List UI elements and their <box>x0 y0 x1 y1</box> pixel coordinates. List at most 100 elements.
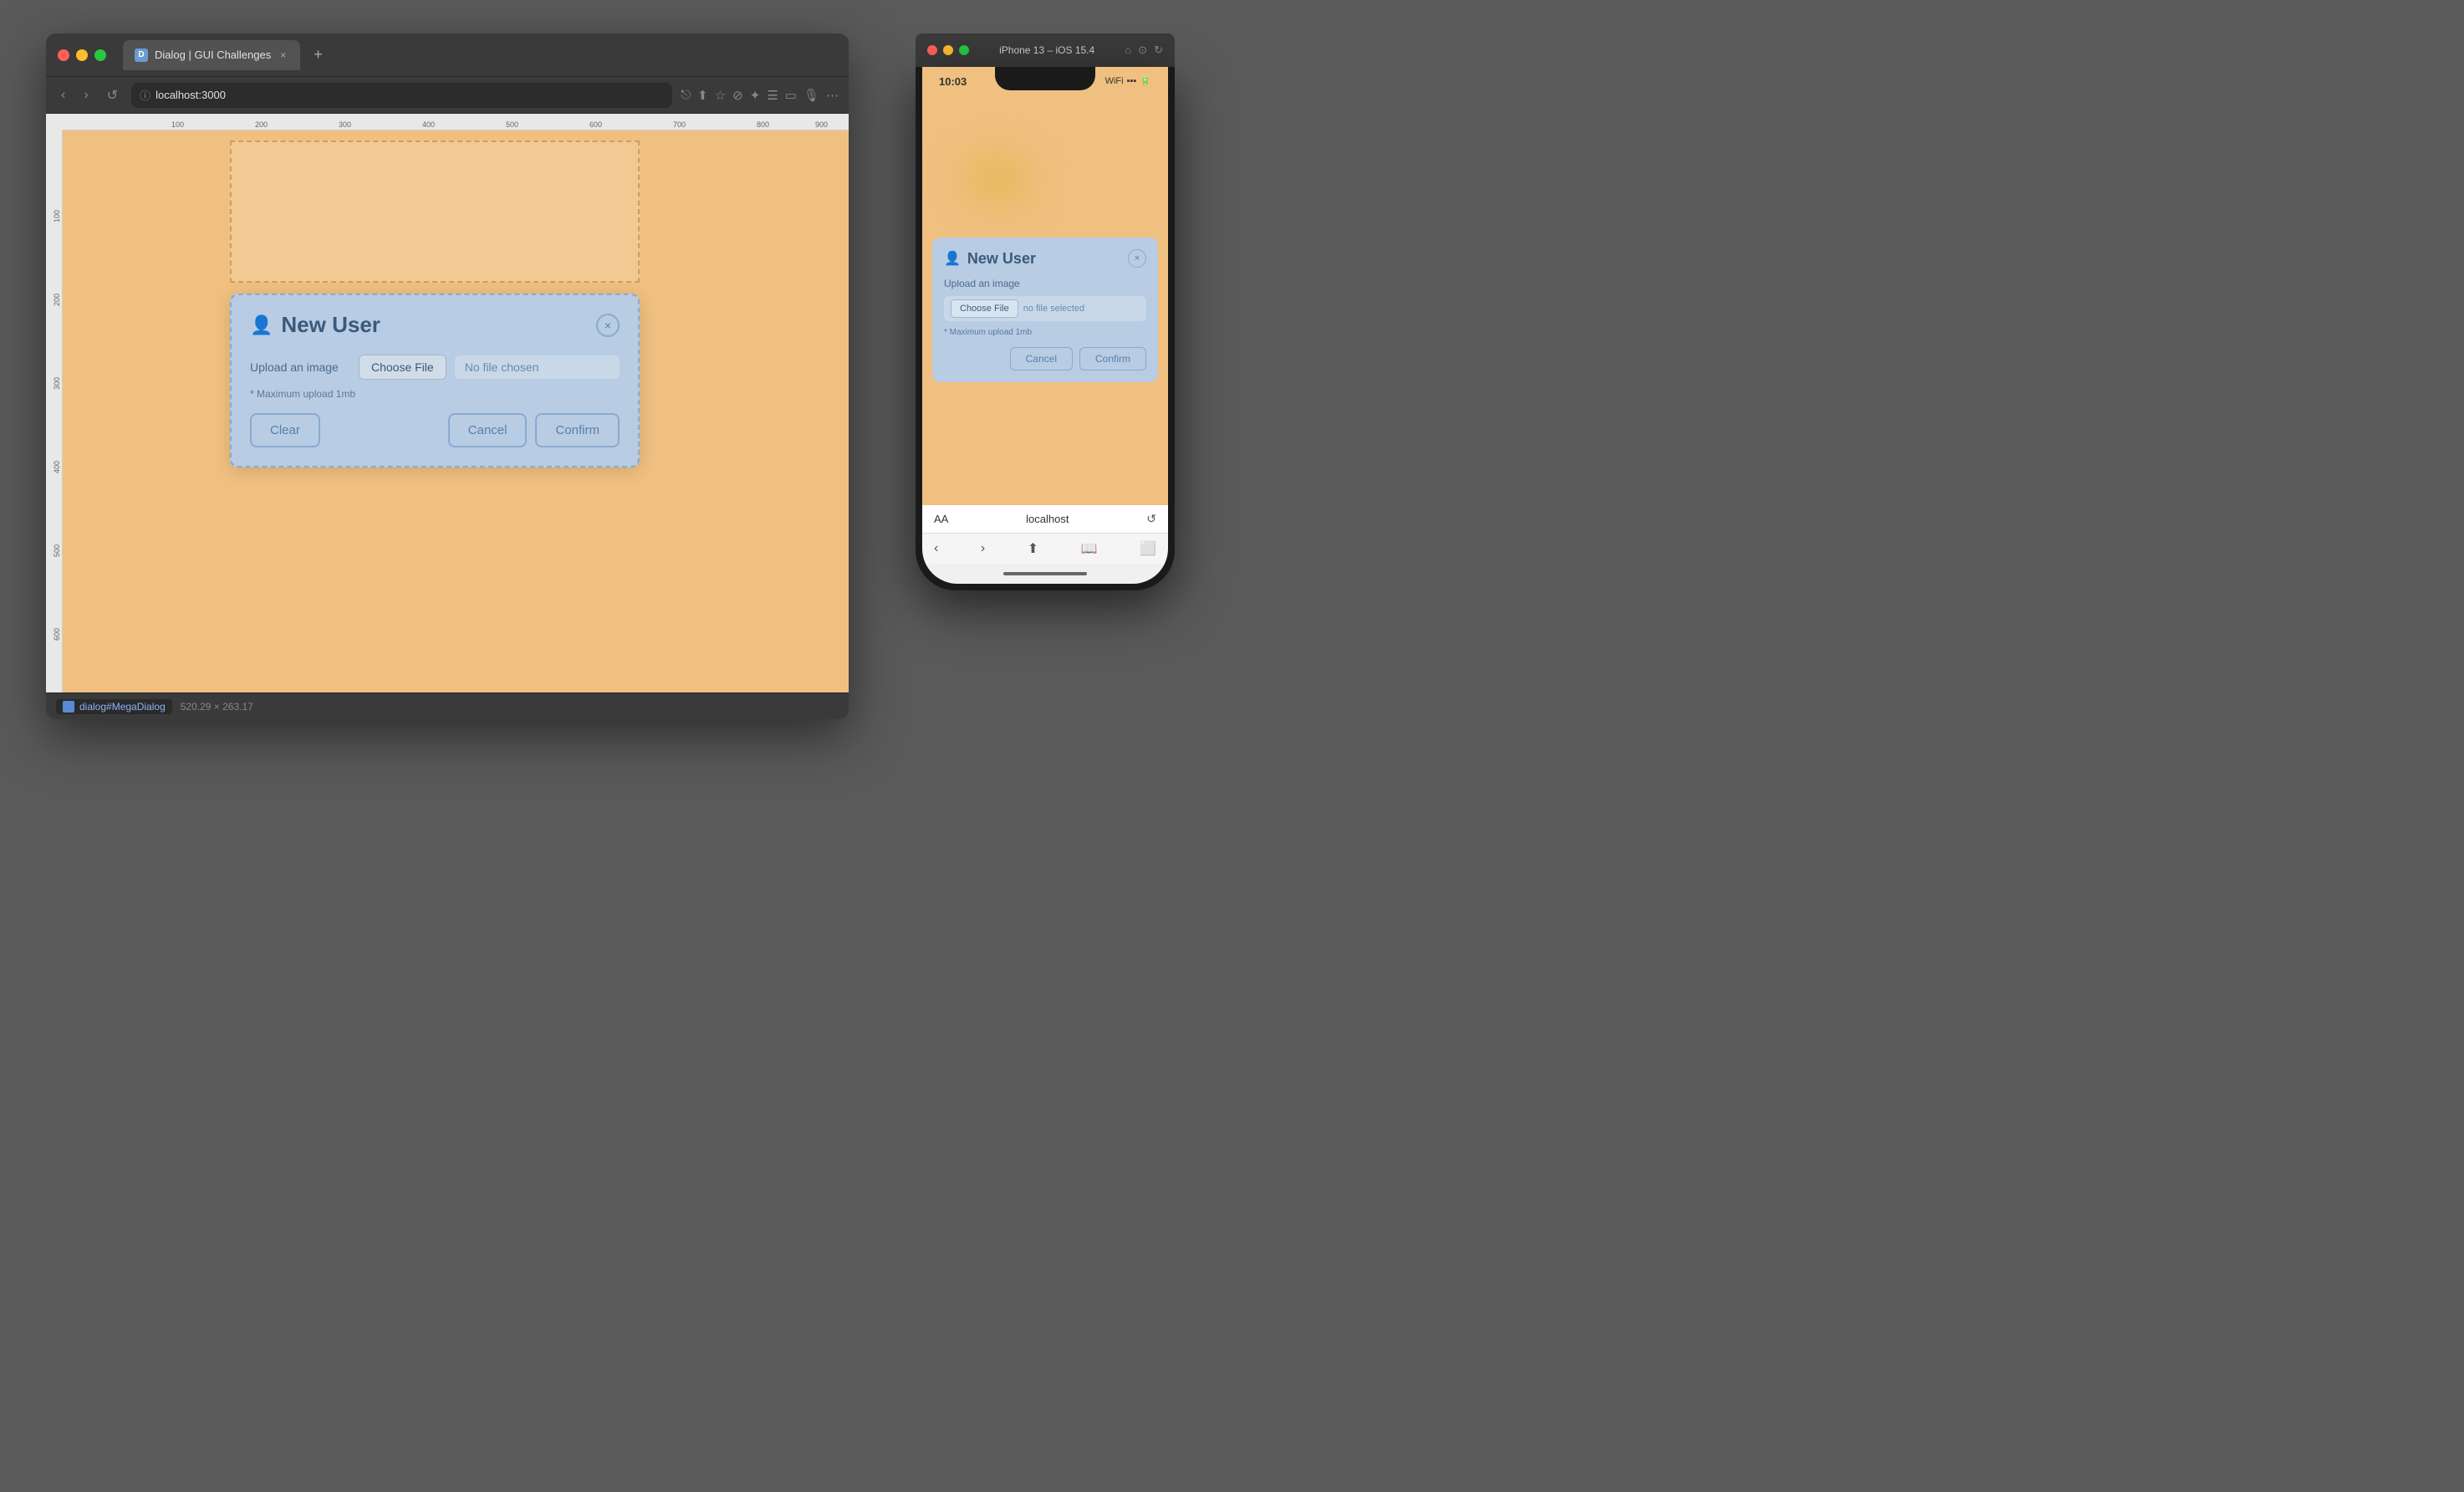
phone-dialog-title-group: 👤 New User <box>944 250 1036 268</box>
phone-time: 10:03 <box>939 75 967 88</box>
phone-traffic-lights <box>927 45 969 55</box>
upload-hint: * Maximum upload 1mb <box>250 388 620 400</box>
cancel-button[interactable]: Cancel <box>448 413 528 447</box>
ruler-tick: 700 <box>673 120 686 129</box>
tablet-icon[interactable]: ▭ <box>785 88 797 103</box>
signal-icon: ▪▪▪ <box>1127 76 1137 86</box>
address-text: localhost:3000 <box>156 89 226 101</box>
phone-bookmarks-icon[interactable]: 📖 <box>1081 540 1098 557</box>
upload-label: Upload an image <box>250 360 350 374</box>
phone-screen: 10:03 WiFi ▪▪▪ 🔋 👤 New User <box>922 67 1168 584</box>
external-link-icon[interactable]: ⎋ <box>681 88 691 102</box>
choose-file-button[interactable]: Choose File <box>359 355 446 380</box>
ruler-tick: 600 <box>589 120 602 129</box>
main-dialog: 👤 New User × Upload an image Choose File… <box>230 294 640 468</box>
ruler-tick: 200 <box>53 294 61 306</box>
phone-title-icons: ⌂ ⊙ ↻ <box>1125 43 1163 57</box>
dialog-footer: Clear Cancel Confirm <box>250 413 620 447</box>
phone-back-icon[interactable]: ‹ <box>934 541 938 556</box>
phone-minimize-btn[interactable] <box>943 45 953 55</box>
phone-close-btn[interactable] <box>927 45 937 55</box>
reload-button[interactable]: ↺ <box>102 84 123 107</box>
phone-dialog-close-button[interactable]: × <box>1128 249 1146 268</box>
ruler-left: 100 200 300 400 500 600 <box>46 130 63 692</box>
browser-titlebar: D Dialog | GUI Challenges × + <box>46 33 849 77</box>
ruler-tick: 300 <box>53 377 61 390</box>
browser-content: 100 200 300 400 500 600 700 800 900 100 … <box>46 114 849 692</box>
element-icon <box>63 701 74 713</box>
share-icon[interactable]: ⬆ <box>697 88 708 103</box>
clear-button[interactable]: Clear <box>250 413 320 447</box>
phone-no-file-label: no file selected <box>1023 304 1084 314</box>
browser-toolbar: ‹ › ↺ ⓘ localhost:3000 ⎋ ⬆ ☆ ⊘ ✦ ☰ ▭ 🎙 ⋯ <box>46 77 849 114</box>
content-box <box>230 141 640 283</box>
element-dimensions: 520.29 × 263.17 <box>181 701 253 713</box>
extensions-icon[interactable]: ✦ <box>750 88 761 103</box>
phone-aa-label[interactable]: AA <box>934 513 948 525</box>
tab-close-icon[interactable]: × <box>278 49 288 61</box>
phone-url-label: localhost <box>1026 513 1069 525</box>
dialog-body: Upload an image Choose File No file chos… <box>250 355 620 400</box>
phone-reload-button[interactable]: ↺ <box>1146 512 1156 526</box>
phone-confirm-button[interactable]: Confirm <box>1079 347 1146 370</box>
list-icon[interactable]: ☰ <box>767 88 778 103</box>
ruler-tick: 200 <box>255 120 268 129</box>
phone-body: 👤 New User × Upload an image Choose File… <box>922 104 1168 505</box>
phone-title-label: iPhone 13 – iOS 15.4 <box>999 44 1094 56</box>
phone-dialog: 👤 New User × Upload an image Choose File… <box>932 238 1158 382</box>
ruler-tick: 300 <box>339 120 351 129</box>
dialog-close-button[interactable]: × <box>596 314 620 337</box>
dialog-header: 👤 New User × <box>250 312 620 338</box>
shield-icon[interactable]: ⊘ <box>732 88 743 103</box>
phone-rotate-icon[interactable]: ↻ <box>1154 43 1163 57</box>
browser-tab[interactable]: D Dialog | GUI Challenges × <box>123 40 300 70</box>
phone-title-bar: iPhone 13 – iOS 15.4 ⌂ ⊙ ↻ <box>916 33 1175 67</box>
phone-dialog-footer: Cancel Confirm <box>944 347 1146 370</box>
phone-user-plus-icon: 👤 <box>944 250 961 267</box>
tab-label: Dialog | GUI Challenges <box>155 49 271 61</box>
mic-icon[interactable]: 🎙 <box>803 88 819 103</box>
forward-button[interactable]: › <box>79 84 93 106</box>
phone-upload-hint: * Maximum upload 1mb <box>944 328 1146 337</box>
phone-browser-bar: AA localhost ↺ <box>922 505 1168 533</box>
phone-upload-label: Upload an image <box>944 278 1146 289</box>
phone-choose-file-button[interactable]: Choose File <box>951 299 1018 318</box>
phone-maximize-btn[interactable] <box>959 45 969 55</box>
more-icon[interactable]: ⋯ <box>826 88 839 103</box>
phone-cancel-button[interactable]: Cancel <box>1010 347 1073 370</box>
phone-forward-icon[interactable]: › <box>981 541 985 556</box>
phone-home-icon[interactable]: ⌂ <box>1125 43 1131 57</box>
wifi-icon: WiFi <box>1105 76 1124 86</box>
tab-favicon: D <box>135 49 148 62</box>
back-button[interactable]: ‹ <box>56 84 70 106</box>
phone-blob-decoration <box>947 137 1048 221</box>
phone-device: 10:03 WiFi ▪▪▪ 🔋 👤 New User <box>916 67 1175 590</box>
phone-share-icon[interactable]: ⬆ <box>1028 540 1038 557</box>
new-tab-button[interactable]: + <box>314 46 323 64</box>
battery-icon: 🔋 <box>1140 75 1151 86</box>
toolbar-icons: ⎋ ⬆ ☆ ⊘ ✦ ☰ ▭ 🎙 ⋯ <box>681 88 839 103</box>
dialog-title: New User <box>281 312 380 338</box>
ruler-corner <box>46 114 63 130</box>
ruler-tick: 400 <box>422 120 435 129</box>
address-bar[interactable]: ⓘ localhost:3000 <box>131 83 672 108</box>
bookmark-icon[interactable]: ☆ <box>715 88 726 103</box>
phone-dialog-header: 👤 New User × <box>944 249 1146 268</box>
minimize-button[interactable] <box>76 49 88 61</box>
phone-file-row: Choose File no file selected <box>944 296 1146 321</box>
traffic-lights <box>58 49 106 61</box>
ruler-tick: 100 <box>171 120 184 129</box>
confirm-button[interactable]: Confirm <box>535 413 620 447</box>
phone-camera-icon[interactable]: ⊙ <box>1138 43 1147 57</box>
close-button[interactable] <box>58 49 69 61</box>
browser-window: D Dialog | GUI Challenges × + ‹ › ↺ ⓘ lo… <box>46 33 849 719</box>
phone-home-line <box>1003 572 1087 575</box>
phone-container: iPhone 13 – iOS 15.4 ⌂ ⊙ ↻ 10:03 WiFi ▪▪… <box>916 33 1175 590</box>
no-file-label: No file chosen <box>455 355 620 379</box>
upload-row: Upload an image Choose File No file chos… <box>250 355 620 380</box>
phone-status-icons: WiFi ▪▪▪ 🔋 <box>1105 75 1151 86</box>
phone-tabs-icon[interactable]: ⬜ <box>1140 540 1156 557</box>
ruler-top: 100 200 300 400 500 600 700 800 900 <box>63 114 849 130</box>
ruler-tick: 600 <box>53 628 61 641</box>
maximize-button[interactable] <box>94 49 106 61</box>
